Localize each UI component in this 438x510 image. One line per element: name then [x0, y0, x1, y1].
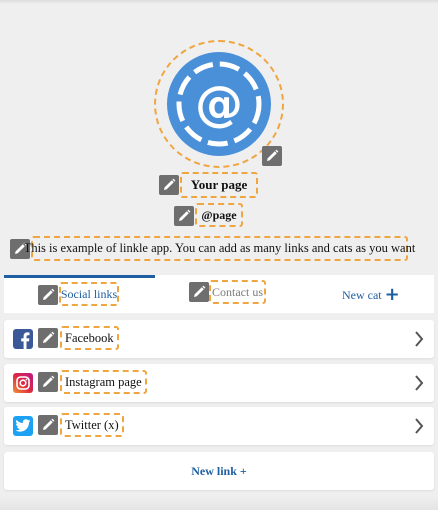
link-label[interactable]: Instagram page [60, 370, 147, 394]
new-category-button[interactable]: New cat + [342, 285, 400, 305]
link-twitter-edit-button[interactable] [38, 415, 58, 435]
link-facebook-edit-button[interactable] [38, 328, 58, 348]
chevron-right-icon [415, 375, 424, 391]
link-item-instagram[interactable]: Instagram page [4, 364, 434, 402]
at-sign-icon: @ [167, 52, 271, 156]
tab-contact-us-edit-button[interactable] [189, 282, 209, 302]
avatar-edit-button[interactable] [262, 146, 282, 166]
pencil-icon [43, 375, 55, 387]
pencil-icon [43, 288, 55, 300]
new-link-button[interactable]: New link + [4, 452, 434, 490]
pencil-icon [43, 418, 55, 430]
instagram-icon [13, 373, 33, 393]
chevron-right-icon [415, 418, 424, 434]
page-title[interactable]: Your page [180, 172, 258, 198]
link-label[interactable]: Twitter (x) [60, 413, 124, 437]
tab-social-links-edit-button[interactable] [38, 285, 58, 305]
twitter-icon [13, 416, 33, 436]
chevron-right-icon [415, 331, 424, 347]
page-handle[interactable]: @page [195, 203, 243, 227]
facebook-icon [13, 329, 33, 349]
handle-edit-button[interactable] [174, 206, 194, 226]
link-label[interactable]: Facebook [60, 326, 119, 350]
link-instagram-edit-button[interactable] [38, 372, 58, 392]
tab-social-links[interactable]: Social links [59, 282, 119, 306]
active-tab-indicator [4, 275, 155, 278]
new-category-label: New cat [342, 287, 382, 302]
pencil-icon [179, 209, 191, 221]
svg-text:@: @ [195, 76, 243, 132]
pencil-icon [43, 331, 55, 343]
bottom-shadow [0, 496, 438, 510]
link-item-facebook[interactable]: Facebook [4, 320, 434, 358]
pencil-icon [194, 285, 206, 297]
page-description[interactable]: This is example of linkle app. You can a… [24, 236, 415, 261]
title-edit-button[interactable] [159, 175, 179, 195]
plus-icon: + [384, 284, 400, 305]
link-item-twitter[interactable]: Twitter (x) [4, 407, 434, 445]
top-shadow [0, 0, 438, 4]
pencil-icon [164, 178, 176, 190]
tab-contact-us[interactable]: Contact us [209, 280, 266, 304]
pencil-icon [267, 149, 279, 161]
